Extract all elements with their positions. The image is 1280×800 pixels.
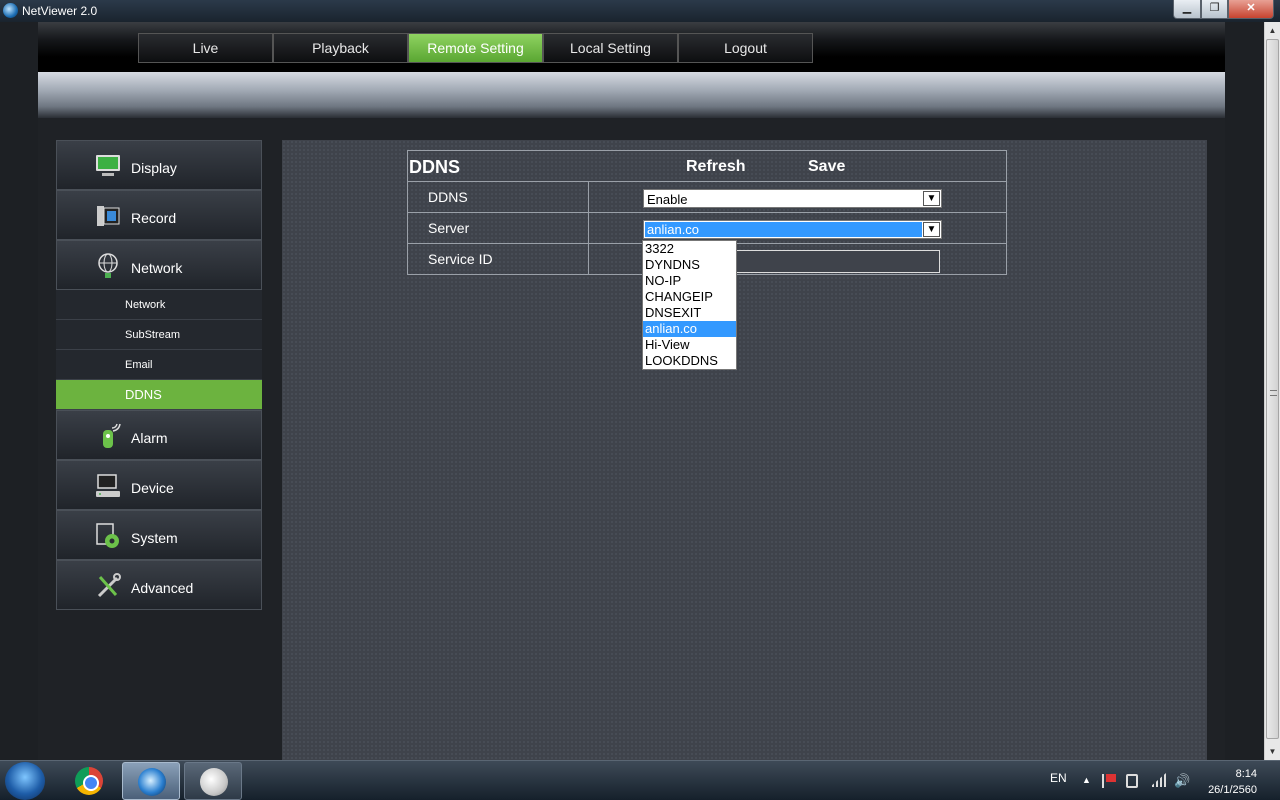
chrome-icon — [75, 767, 103, 795]
vertical-scrollbar[interactable]: ▲ ▼ — [1264, 22, 1280, 760]
dropdown-option[interactable]: 3322 — [643, 241, 736, 257]
windows-taskbar: EN ▲ 🔊 8:14 26/1/2560 — [0, 760, 1280, 800]
top-navigation: Live Playback Remote Setting Local Setti… — [38, 22, 1225, 72]
server-select[interactable]: anlian.co ▼ — [643, 220, 942, 239]
sidebar-subitem-network[interactable]: Network — [56, 290, 262, 320]
chevron-down-icon[interactable]: ▼ — [923, 222, 940, 237]
app-inner: Live Playback Remote Setting Local Setti… — [38, 22, 1225, 760]
dropdown-option[interactable]: LOOKDDNS — [643, 353, 736, 369]
close-button[interactable]: ✕ — [1228, 0, 1274, 19]
grip-icon — [1270, 390, 1277, 396]
ddns-label: DDNS — [428, 189, 468, 205]
scroll-up-icon[interactable]: ▲ — [1265, 22, 1280, 39]
tab-playback[interactable]: Playback — [273, 33, 408, 63]
action-center-flag-icon[interactable] — [1102, 774, 1116, 788]
sidebar-subitem-substream[interactable]: SubStream — [56, 320, 262, 350]
sidebar-subitem-label: DDNS — [125, 387, 162, 402]
sidebar-item-system[interactable]: System — [56, 510, 262, 560]
sidebar-item-network[interactable]: Network — [56, 240, 262, 290]
sidebar-subitem-label: Network — [125, 299, 166, 311]
power-icon[interactable] — [1126, 774, 1138, 788]
sidebar-subitem-label: SubStream — [125, 329, 181, 341]
wrench-icon — [97, 573, 121, 598]
ddns-enable-value: Enable — [647, 192, 688, 207]
sidebar-subitem-label: Email — [125, 359, 153, 371]
sidebar-item-label: Advanced — [131, 580, 194, 596]
dropdown-option[interactable]: DYNDNS — [643, 257, 736, 273]
show-hidden-icons-icon[interactable]: ▲ — [1082, 775, 1091, 785]
column-divider — [588, 244, 589, 275]
tab-remote-setting[interactable]: Remote Setting — [408, 33, 543, 63]
globe-icon — [98, 253, 118, 278]
sidebar-item-label: Alarm — [131, 430, 168, 446]
column-divider — [588, 213, 589, 244]
netviewer-app-icon — [3, 3, 18, 18]
paint-icon — [200, 768, 228, 796]
tab-local-setting[interactable]: Local Setting — [543, 33, 678, 63]
nav-tabs: Live Playback Remote Setting Local Setti… — [138, 33, 813, 63]
netviewer-icon — [138, 768, 166, 796]
sidebar-subitem-email[interactable]: Email — [56, 350, 262, 380]
app-area: Live Playback Remote Setting Local Setti… — [0, 22, 1264, 760]
taskbar-app-paint[interactable] — [184, 762, 242, 800]
content-panel: DDNS Refresh Save DDNS Enable ▼ Server a… — [282, 140, 1207, 760]
volume-icon[interactable]: 🔊 — [1174, 773, 1190, 789]
sidebar-item-display[interactable]: Display — [56, 140, 262, 190]
start-button[interactable] — [5, 762, 45, 800]
service-id-label: Service ID — [428, 251, 493, 267]
dropdown-option[interactable]: Hi-View — [643, 337, 736, 353]
dropdown-option[interactable]: CHANGEIP — [643, 289, 736, 305]
system-gear-icon — [96, 523, 119, 548]
sidebar-item-label: Display — [131, 160, 177, 176]
window-title: NetViewer 2.0 — [22, 4, 98, 18]
sidebar-item-device[interactable]: Device — [56, 460, 262, 510]
sidebar-item-label: System — [131, 530, 178, 546]
ddns-enable-select[interactable]: Enable ▼ — [643, 189, 942, 208]
network-signal-icon[interactable] — [1150, 773, 1166, 787]
sidebar: Display Record Network Network SubStream… — [56, 140, 262, 610]
page-title: DDNS — [409, 157, 461, 177]
server-dropdown-list[interactable]: 3322 DYNDNS NO-IP CHANGEIP DNSEXIT anlia… — [642, 240, 737, 370]
device-icon — [96, 474, 120, 497]
server-label: Server — [428, 220, 470, 236]
scrollbar-thumb[interactable] — [1266, 39, 1279, 739]
sidebar-item-label: Record — [131, 210, 177, 226]
scroll-down-icon[interactable]: ▼ — [1265, 743, 1280, 760]
monitor-icon — [96, 155, 120, 176]
tab-logout[interactable]: Logout — [678, 33, 813, 63]
dropdown-option[interactable]: DNSEXIT — [643, 305, 736, 321]
clock-date: 26/1/2560 — [1208, 784, 1257, 796]
table-row: DDNS Enable ▼ — [408, 182, 1006, 213]
dropdown-option-selected[interactable]: anlian.co — [643, 321, 736, 337]
clock[interactable]: 8:14 26/1/2560 — [1207, 766, 1257, 798]
tab-live[interactable]: Live — [138, 33, 273, 63]
minimize-button[interactable]: ▁ — [1173, 0, 1201, 19]
film-icon — [97, 206, 120, 226]
language-indicator[interactable]: EN — [1050, 771, 1067, 785]
taskbar-app-netviewer[interactable] — [122, 762, 180, 800]
chevron-down-icon[interactable]: ▼ — [923, 191, 940, 206]
column-divider — [588, 182, 589, 213]
header-banner — [38, 72, 1225, 118]
sidebar-item-record[interactable]: Record — [56, 190, 262, 240]
sidebar-item-alarm[interactable]: Alarm — [56, 410, 262, 460]
refresh-button[interactable]: Refresh — [686, 158, 746, 176]
server-value: anlian.co — [645, 222, 922, 237]
taskbar-app-chrome[interactable] — [60, 762, 118, 800]
save-button[interactable]: Save — [808, 158, 845, 176]
dropdown-option[interactable]: NO-IP — [643, 273, 736, 289]
clock-time: 8:14 — [1235, 768, 1257, 780]
maximize-button[interactable]: ❐ — [1201, 0, 1228, 19]
window-titlebar: NetViewer 2.0 ▁ ❐ ✕ — [0, 0, 1280, 22]
sidebar-item-advanced[interactable]: Advanced — [56, 560, 262, 610]
sidebar-item-label: Network — [131, 260, 183, 276]
sidebar-subitem-ddns[interactable]: DDNS — [56, 380, 262, 410]
alarm-icon — [103, 423, 121, 448]
table-header: DDNS Refresh Save — [408, 151, 1006, 182]
sidebar-item-label: Device — [131, 480, 174, 496]
